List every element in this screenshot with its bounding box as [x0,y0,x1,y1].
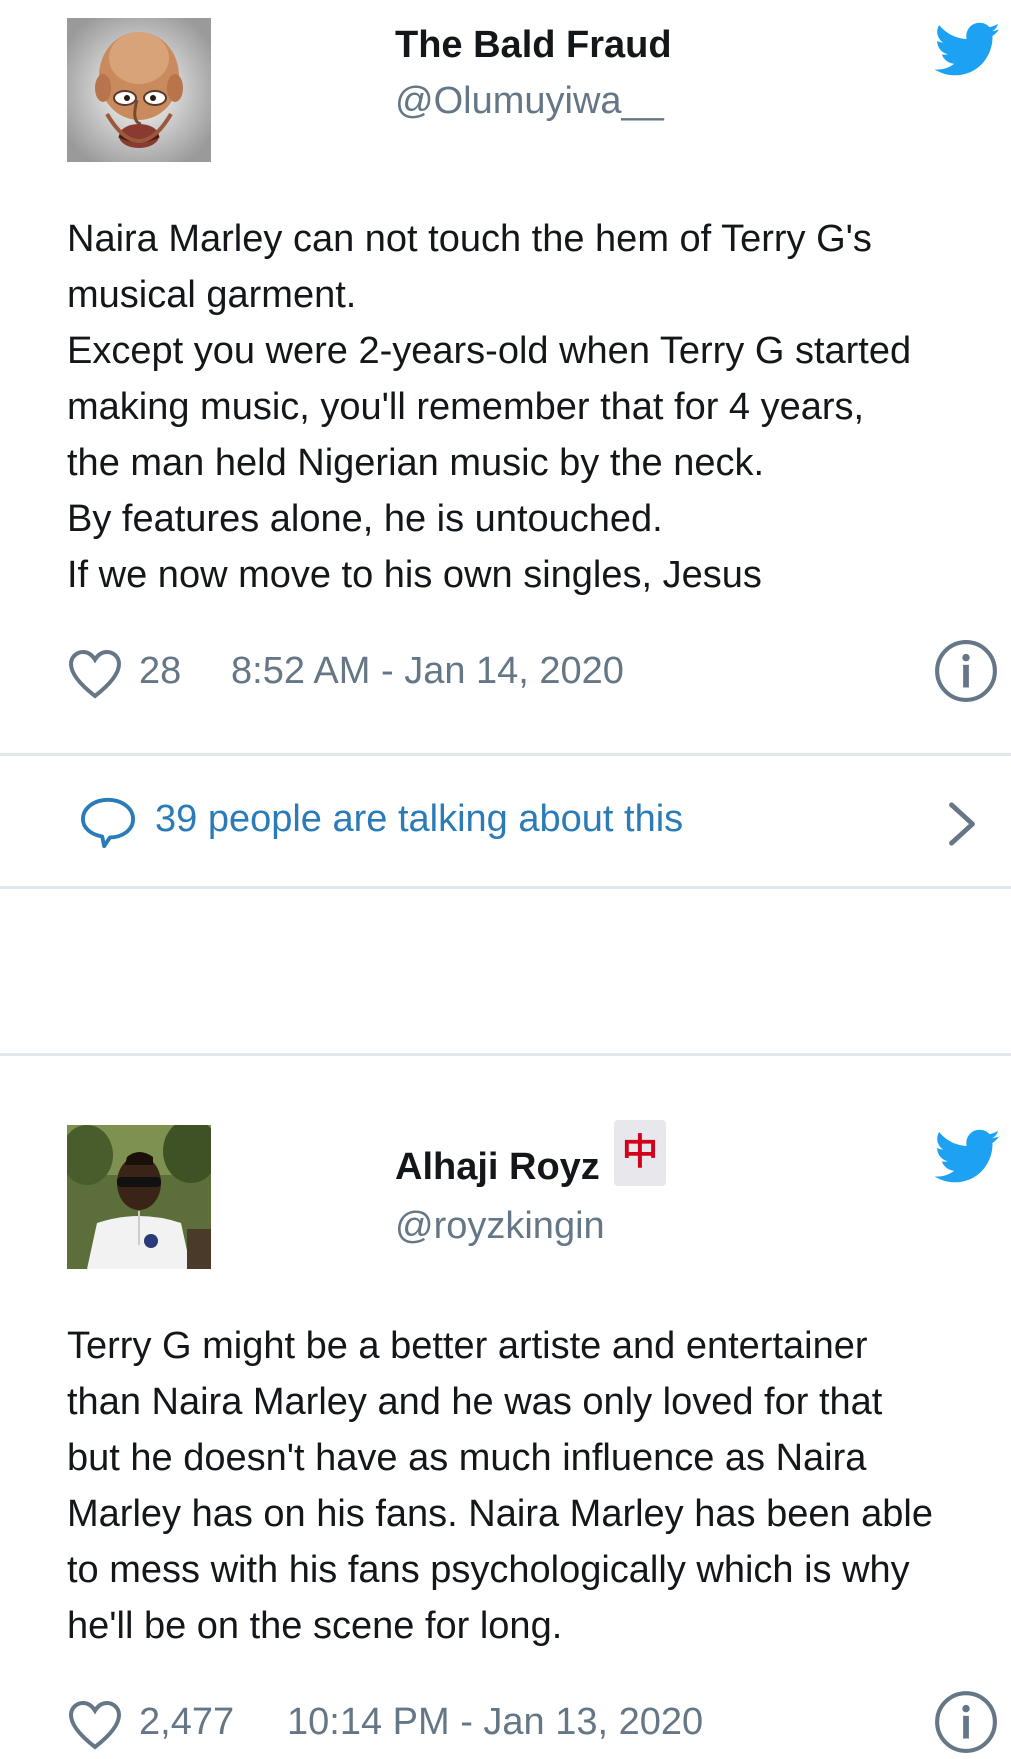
tweet-line: If we now move to his own singles, Jesus [67,554,762,596]
user-handle[interactable]: @Olumuyiwa__ [395,80,664,123]
tweet-line: Except you were 2-years-old when Terry G… [67,330,912,372]
info-icon[interactable] [933,638,999,704]
tweet-line: Marley has on his fans. Naira Marley has… [67,1493,934,1535]
tweet-line: he'll be on the scene for long. [67,1605,563,1647]
tweet-line: Terry G might be a better artiste and en… [67,1325,868,1367]
tweet-line: musical garment. [67,274,357,316]
display-name[interactable]: The Bald Fraud [395,24,672,67]
user-handle[interactable]: @royzkingin [395,1205,605,1248]
photo-avatar-icon [67,1125,211,1269]
tweet-line: to mess with his fans psychologically wh… [67,1549,910,1591]
speech-bubble-icon [81,797,135,849]
tweet-text: Terry G might be a better artiste and en… [67,1318,997,1654]
timestamp[interactable]: 10:14 PM - Jan 13, 2020 [287,1701,703,1744]
heart-icon[interactable] [67,648,123,700]
conversation-label[interactable]: 39 people are talking about this [155,798,683,841]
like-count[interactable]: 2,477 [139,1701,234,1744]
display-name-text[interactable]: Alhaji Royz [395,1146,600,1189]
display-name-text[interactable]: The Bald Fraud [395,24,672,67]
tweet-meta: 2,477 10:14 PM - Jan 13, 2020 [67,1689,1007,1759]
avatar[interactable] [67,1125,211,1269]
timestamp[interactable]: 8:52 AM - Jan 14, 2020 [231,650,624,693]
twitter-logo-icon[interactable] [935,22,1001,78]
divider [0,886,1011,889]
conversation-link[interactable]: 39 people are talking about this [0,756,1011,886]
avatar[interactable] [67,18,211,162]
tweet-meta: 28 8:52 AM - Jan 14, 2020 [67,638,1007,708]
tweet-line: than Naira Marley and he was only loved … [67,1381,883,1423]
heart-icon[interactable] [67,1699,123,1751]
twitter-logo-icon[interactable] [935,1129,1001,1185]
chevron-right-icon[interactable] [945,801,979,847]
tweet-line: By features alone, he is untouched. [67,498,663,540]
tweet-card[interactable]: Alhaji Royz 中 @royzkingin Terry G might … [0,1056,1011,1753]
info-icon[interactable] [933,1689,999,1755]
emoji-glyph: 中 [622,1132,658,1173]
tweet-line: making music, you'll remember that for 4… [67,386,865,428]
tweet-line: the man held Nigerian music by the neck. [67,442,765,484]
red-dragon-emoji-icon: 中 [613,1120,666,1186]
caricature-avatar-icon [67,18,211,162]
tweet-card[interactable]: The Bald Fraud @Olumuyiwa__ Naira Marley… [0,0,1011,960]
tweet-line: Naira Marley can not touch the hem of Te… [67,218,872,260]
tweet-text: Naira Marley can not touch the hem of Te… [67,211,997,603]
like-count[interactable]: 28 [139,650,181,693]
tweet-line: but he doesn't have as much influence as… [67,1437,867,1479]
display-name[interactable]: Alhaji Royz 中 [395,1120,666,1194]
